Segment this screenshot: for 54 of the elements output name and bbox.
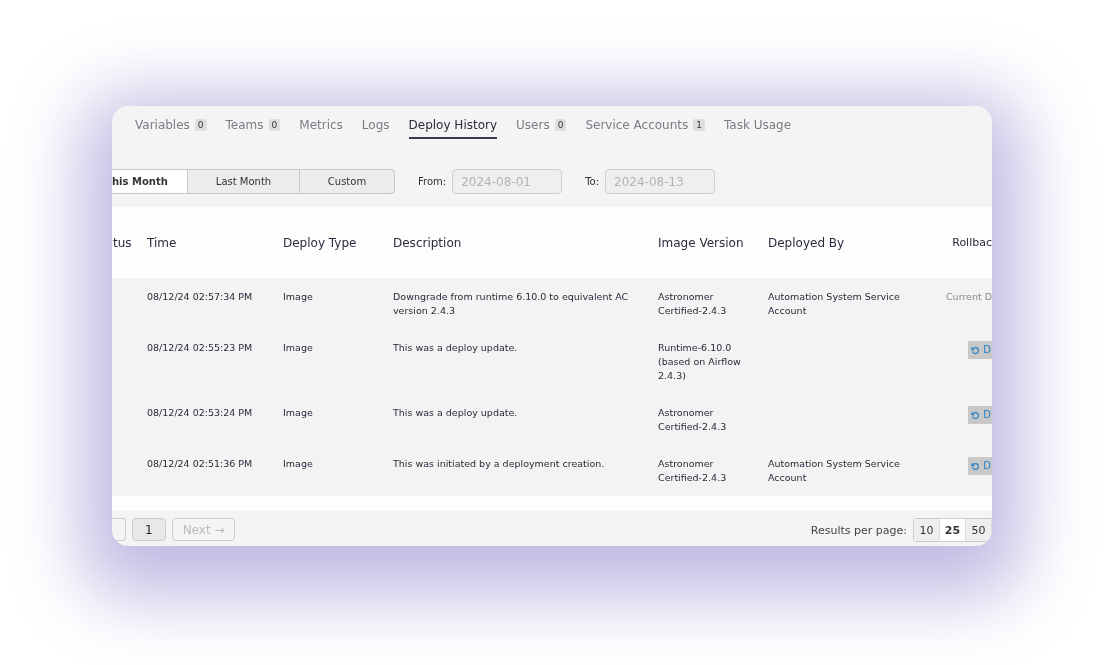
table-cell-text: This was a deploy update. bbox=[393, 341, 519, 355]
previous-button[interactable] bbox=[112, 518, 126, 541]
tab[interactable]: Variables 0 bbox=[135, 106, 207, 139]
tab[interactable]: Deploy History bbox=[408, 106, 498, 139]
count-badge: 0 bbox=[268, 119, 281, 131]
from-date-field[interactable]: 2024-08-01 bbox=[452, 169, 563, 194]
table-cell-text: Image bbox=[283, 406, 314, 420]
tab[interactable]: Logs bbox=[361, 106, 390, 139]
page-button[interactable]: 1 bbox=[132, 518, 166, 541]
field-label: From: bbox=[418, 176, 447, 187]
count-badge: 0 bbox=[554, 119, 567, 131]
table-cell-text: Image bbox=[283, 290, 314, 304]
current-deploy-label: Current D bbox=[946, 290, 992, 304]
undo-icon bbox=[971, 410, 981, 420]
column-header: Image Version bbox=[658, 235, 745, 250]
table-cell-text: Runtime-6.10.0 (based on Airflow 2.4.3) bbox=[658, 341, 742, 383]
column-header: Deploy Type bbox=[283, 235, 358, 250]
column-header: Rollbac bbox=[951, 235, 992, 250]
range-button[interactable]: Custom bbox=[300, 169, 395, 194]
page-size-option[interactable]: 25 bbox=[940, 519, 966, 541]
table-cell-text: Downgrade from runtime 6.10.0 to equivalent AC version 2.4.3 bbox=[393, 290, 630, 318]
table-cell-text: Astronomer Certified-2.4.3 bbox=[658, 290, 728, 318]
column-header: Deployed By bbox=[768, 235, 846, 250]
table-cell-text: This was a deploy update. bbox=[393, 406, 519, 420]
undo-icon bbox=[971, 345, 981, 355]
table-cell-text: Image bbox=[283, 457, 314, 471]
count-badge: 1 bbox=[693, 119, 705, 131]
undo-icon bbox=[971, 461, 981, 471]
table-cell-text: 08/12/24 02:55:23 PM bbox=[147, 341, 254, 355]
table-cell-text: Image bbox=[283, 341, 314, 355]
column-header: tus bbox=[112, 235, 133, 250]
tab[interactable]: Metrics bbox=[299, 106, 343, 139]
column-header: Time bbox=[147, 235, 178, 250]
table-cell-text: Astronomer Certified-2.4.3 bbox=[658, 406, 728, 434]
page-size-option[interactable]: 50 bbox=[966, 519, 992, 541]
tab[interactable]: Task Usage bbox=[724, 106, 792, 139]
to-date-field[interactable]: 2024-08-13 bbox=[605, 169, 716, 194]
table-cell-text: 08/12/24 02:51:36 PM bbox=[147, 457, 254, 471]
table-cell-text: This was initiated by a deployment creation. bbox=[393, 457, 606, 471]
tab[interactable]: Teams 0 bbox=[225, 106, 281, 139]
table-cell-text: 08/12/24 02:57:34 PM bbox=[147, 290, 254, 304]
count-badge: 0 bbox=[194, 119, 207, 131]
table-cell-text: Astronomer Certified-2.4.3 bbox=[658, 457, 728, 485]
field-label: To: bbox=[585, 176, 600, 187]
column-header: Description bbox=[393, 235, 463, 250]
results-per-page-label: Results per page: bbox=[810, 523, 907, 537]
table-cell-text: Automation System Service Account bbox=[768, 457, 901, 485]
range-button[interactable]: Last Month bbox=[188, 169, 300, 194]
table-cell-text: 08/12/24 02:53:24 PM bbox=[147, 406, 254, 420]
tab[interactable]: Users 0 bbox=[516, 106, 567, 139]
tab[interactable]: Service Accounts 1 bbox=[585, 106, 705, 139]
range-button[interactable]: his Month bbox=[112, 169, 188, 194]
table-cell-text: Automation System Service Account bbox=[768, 290, 901, 318]
page-size-option[interactable]: 10 bbox=[914, 519, 940, 541]
